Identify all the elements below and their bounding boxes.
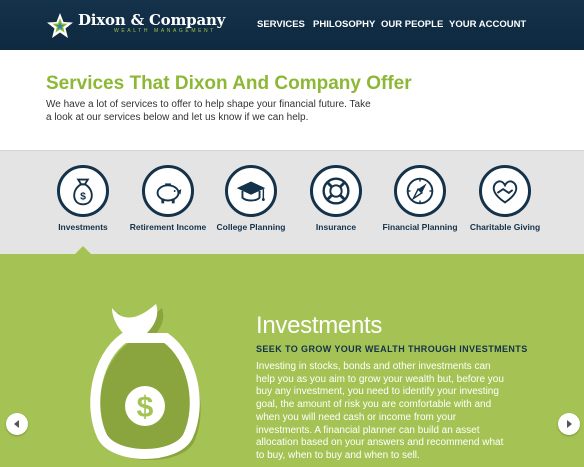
page-title: Services That Dixon And Company Offer bbox=[46, 73, 412, 94]
prev-slide-button[interactable] bbox=[6, 413, 28, 435]
feature-title: Investments bbox=[256, 312, 383, 339]
feature-panel: $ Investments SEEK TO GROW YOUR WEALTH T… bbox=[0, 254, 584, 467]
money-bag-icon: $ bbox=[73, 178, 93, 206]
service-college-planning[interactable]: College Planning bbox=[209, 165, 293, 232]
chevron-right-icon bbox=[567, 420, 572, 428]
service-financial-planning[interactable]: Financial Planning bbox=[378, 165, 462, 232]
svg-text:$: $ bbox=[137, 391, 154, 424]
intro-text: We have a lot of services to offer to he… bbox=[46, 99, 371, 123]
service-label: Charitable Giving bbox=[469, 222, 541, 232]
piggy-bank-icon bbox=[156, 183, 182, 204]
site-header: Dixon & Company WEALTH MANAGEMENT SERVIC… bbox=[0, 0, 584, 50]
service-retirement-income[interactable]: Retirement Income bbox=[126, 165, 210, 232]
next-slide-button[interactable] bbox=[558, 413, 580, 435]
service-label: College Planning bbox=[216, 222, 286, 232]
nav-services[interactable]: SERVICES bbox=[257, 19, 305, 30]
brand-tagline: WEALTH MANAGEMENT bbox=[114, 28, 216, 34]
money-bag-illustration-icon: $ bbox=[90, 304, 201, 460]
active-service-pointer bbox=[75, 246, 91, 254]
nav-philosophy[interactable]: PHILOSOPHY bbox=[313, 19, 375, 30]
compass-icon bbox=[406, 177, 434, 205]
service-label: Insurance bbox=[315, 222, 357, 232]
chevron-left-icon bbox=[14, 420, 19, 428]
svg-text:$: $ bbox=[80, 192, 86, 203]
star-logo-icon bbox=[47, 13, 73, 38]
nav-our-people[interactable]: OUR PEOPLE bbox=[381, 19, 443, 30]
nav-your-account[interactable]: YOUR ACCOUNT bbox=[449, 19, 526, 30]
service-investments[interactable]: $ Investments bbox=[41, 165, 125, 232]
life-ring-icon bbox=[322, 177, 350, 205]
heart-hand-icon bbox=[492, 180, 518, 204]
service-charitable-giving[interactable]: Charitable Giving bbox=[463, 165, 547, 232]
service-label: Retirement Income bbox=[129, 222, 207, 232]
feature-subtitle: SEEK TO GROW YOUR WEALTH THROUGH INVESTM… bbox=[256, 344, 528, 354]
brand-name: Dixon & Company bbox=[78, 11, 226, 29]
service-insurance[interactable]: Insurance bbox=[294, 165, 378, 232]
brand-logo[interactable]: Dixon & Company WEALTH MANAGEMENT bbox=[46, 12, 225, 40]
graduation-cap-icon bbox=[236, 181, 266, 202]
feature-body: Investing in stocks, bonds and other inv… bbox=[256, 361, 504, 461]
service-label: Financial Planning bbox=[382, 222, 458, 232]
service-label: Investments bbox=[58, 222, 108, 232]
services-strip: $ Investments Retirement Income College … bbox=[0, 150, 584, 254]
